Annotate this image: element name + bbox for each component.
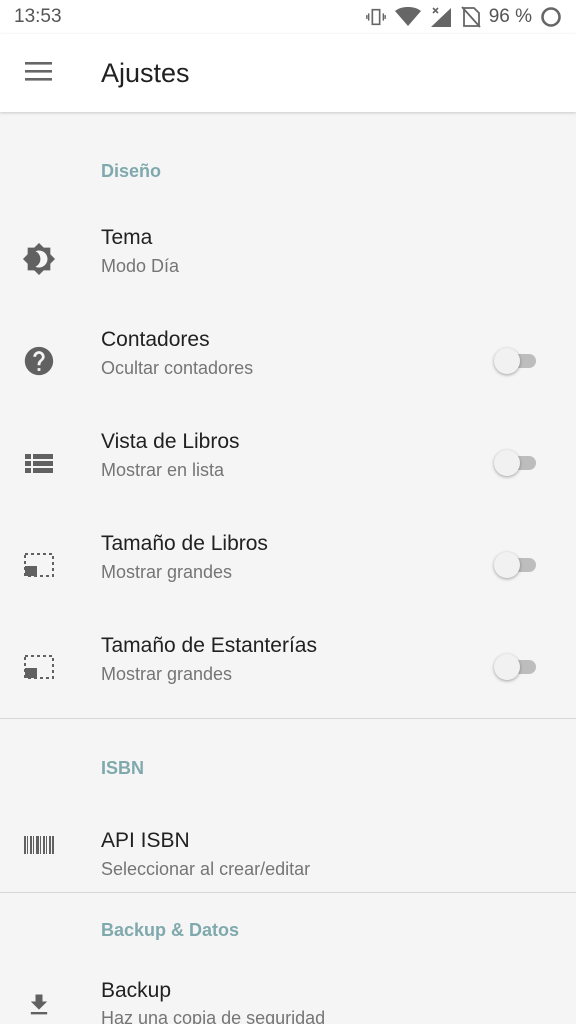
pref-title: Backup bbox=[101, 979, 172, 1002]
app-bar: Ajustes bbox=[0, 34, 576, 112]
pref-title: Tema bbox=[101, 226, 153, 249]
no-sim-icon bbox=[461, 6, 481, 28]
pref-title: Vista de Libros bbox=[101, 430, 240, 453]
barcode-icon bbox=[22, 828, 56, 862]
menu-icon bbox=[25, 60, 53, 87]
status-icons: 96 % bbox=[365, 6, 562, 28]
menu-button[interactable] bbox=[20, 56, 58, 90]
pref-summary: Mostrar grandes bbox=[101, 664, 233, 684]
pref-title: Tamaño de Estanterías bbox=[101, 634, 317, 657]
download-icon bbox=[22, 988, 56, 1022]
list-icon bbox=[22, 446, 56, 480]
settings-list: Diseño Tema Modo Día Contadores Ocultar … bbox=[0, 112, 576, 1024]
section-header-backup: Backup & Datos bbox=[101, 920, 240, 940]
battery-icon bbox=[540, 6, 562, 28]
contadores-switch[interactable] bbox=[494, 348, 538, 374]
brightness-icon bbox=[22, 242, 56, 276]
pref-summary: Mostrar grandes bbox=[101, 562, 233, 582]
picture-in-picture-icon bbox=[22, 650, 56, 684]
page-title: Ajustes bbox=[101, 58, 190, 88]
wifi-icon bbox=[394, 6, 421, 28]
section-header-isbn: ISBN bbox=[101, 758, 145, 778]
pref-contadores[interactable]: Contadores Ocultar contadores bbox=[0, 310, 576, 412]
pref-summary: Ocultar contadores bbox=[101, 358, 254, 378]
pref-title: Contadores bbox=[101, 328, 210, 351]
pref-summary: Haz una copia de seguridad bbox=[101, 1008, 326, 1024]
vista-libros-switch[interactable] bbox=[494, 450, 538, 476]
pref-api-isbn[interactable]: API ISBN Seleccionar al crear/editar bbox=[0, 805, 576, 892]
help-icon bbox=[22, 344, 56, 378]
pref-summary: Modo Día bbox=[101, 256, 180, 276]
section-header-diseno: Diseño bbox=[101, 161, 162, 181]
tamano-libros-switch[interactable] bbox=[494, 552, 538, 578]
status-time: 13:53 bbox=[14, 6, 62, 27]
pref-tema[interactable]: Tema Modo Día bbox=[0, 208, 576, 310]
pref-title: API ISBN bbox=[101, 829, 190, 852]
pref-tamano-estanterias[interactable]: Tamaño de Estanterías Mostrar grandes bbox=[0, 616, 576, 718]
pref-tamano-libros[interactable]: Tamaño de Libros Mostrar grandes bbox=[0, 514, 576, 616]
pref-summary: Mostrar en lista bbox=[101, 460, 225, 480]
status-bar: 13:53 96 % bbox=[0, 0, 576, 34]
battery-percent: 96 % bbox=[488, 6, 532, 27]
pref-backup[interactable]: Backup Haz una copia de seguridad bbox=[0, 961, 576, 1024]
picture-in-picture-icon bbox=[22, 548, 56, 582]
pref-summary: Seleccionar al crear/editar bbox=[101, 859, 311, 879]
vibrate-icon bbox=[365, 6, 387, 28]
pref-title: Tamaño de Libros bbox=[101, 532, 268, 555]
signal-icon bbox=[429, 6, 453, 28]
pref-vista-libros[interactable]: Vista de Libros Mostrar en lista bbox=[0, 412, 576, 514]
tamano-estanterias-switch[interactable] bbox=[494, 654, 538, 680]
